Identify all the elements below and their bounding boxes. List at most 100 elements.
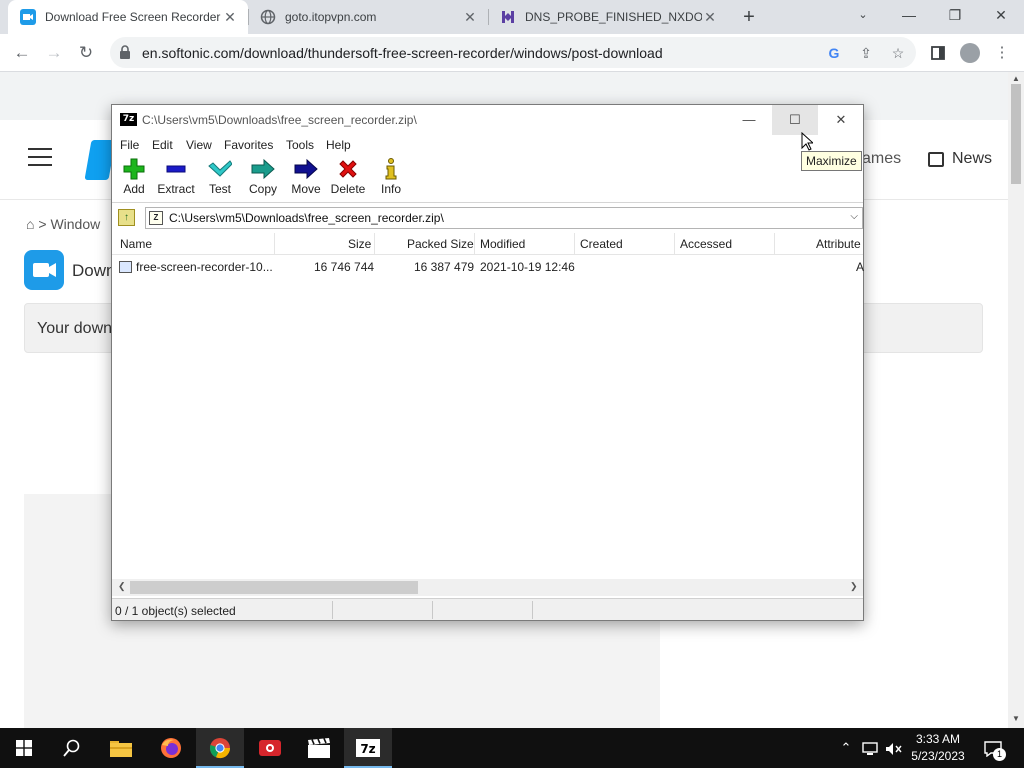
reload-icon[interactable]: ↻ bbox=[72, 39, 100, 67]
side-panel-icon[interactable] bbox=[924, 39, 952, 67]
tab-search-chevron-icon[interactable]: ⌄ bbox=[840, 0, 886, 30]
window-minimize-icon[interactable]: — bbox=[726, 105, 772, 135]
table-row[interactable]: free-screen-recorder-10... 16 746 744 16… bbox=[112, 257, 864, 277]
cell-packed-size: 16 387 479 bbox=[414, 260, 475, 274]
download-banner-text: Your down bbox=[37, 320, 113, 337]
col-packed-size[interactable]: Packed Size bbox=[407, 237, 474, 251]
close-icon[interactable]: ✕ bbox=[978, 0, 1024, 30]
breadcrumb-windows[interactable]: Window bbox=[50, 216, 100, 232]
forward-arrow-icon[interactable]: → bbox=[40, 39, 68, 67]
status-divider bbox=[332, 601, 333, 619]
restore-icon[interactable]: ❐ bbox=[932, 0, 978, 30]
path-combobox[interactable]: Z C:\Users\vm5\Downloads\free_screen_rec… bbox=[145, 207, 863, 229]
column-divider[interactable] bbox=[774, 233, 775, 255]
notification-badge: 1 bbox=[993, 748, 1006, 761]
screen-recorder-icon[interactable] bbox=[246, 728, 294, 768]
col-modified[interactable]: Modified bbox=[480, 237, 525, 251]
scroll-left-arrow-icon[interactable]: ❮ bbox=[118, 581, 126, 592]
address-row: ↑ Z C:\Users\vm5\Downloads\free_screen_r… bbox=[112, 206, 863, 230]
menu-view[interactable]: View bbox=[186, 138, 212, 152]
column-divider[interactable] bbox=[274, 233, 275, 255]
firefox-icon[interactable] bbox=[147, 728, 195, 768]
tab-softonic[interactable]: Download Free Screen Recorder ✕ bbox=[8, 0, 248, 34]
back-arrow-icon[interactable]: ← bbox=[8, 39, 36, 67]
col-attributes[interactable]: Attribute bbox=[816, 237, 861, 251]
col-size[interactable]: Size bbox=[348, 237, 371, 251]
menu-tools[interactable]: Tools bbox=[286, 138, 314, 152]
menu-favorites[interactable]: Favorites bbox=[224, 138, 273, 152]
delete-x-icon bbox=[326, 157, 370, 181]
info-button[interactable]: Info bbox=[369, 157, 413, 201]
tray-chevron-up-icon[interactable]: ⌃ bbox=[836, 728, 856, 768]
scroll-up-arrow-icon[interactable]: ▲ bbox=[1012, 74, 1020, 83]
system-clock[interactable]: 3:33 AM 5/23/2023 bbox=[905, 731, 971, 765]
cell-size: 16 746 744 bbox=[314, 260, 375, 274]
breadcrumb: ⌂ > Window bbox=[26, 216, 101, 232]
google-lens-icon[interactable]: G bbox=[824, 43, 844, 63]
tab-title: DNS_PROBE_FINISHED_NXDOMAIN bbox=[525, 10, 702, 24]
scroll-down-arrow-icon[interactable]: ▼ bbox=[1012, 714, 1020, 723]
extract-button[interactable]: Extract bbox=[154, 157, 198, 201]
nav-games[interactable]: ames bbox=[862, 150, 901, 168]
move-button[interactable]: Move bbox=[284, 157, 328, 201]
nav-news[interactable]: News bbox=[928, 150, 992, 168]
tab-itopvpn[interactable]: goto.itopvpn.com ✕ bbox=[248, 0, 488, 34]
add-button[interactable]: Add bbox=[112, 157, 156, 201]
tab-close-icon[interactable]: ✕ bbox=[462, 9, 478, 25]
sevenzip-taskbar-icon[interactable]: 7z bbox=[344, 728, 392, 768]
page-scrollbar[interactable]: ▲ ▼ bbox=[1008, 72, 1024, 728]
sevenzip-titlebar[interactable]: 7z C:\Users\vm5\Downloads\free_screen_re… bbox=[112, 105, 863, 135]
tab-close-icon[interactable]: ✕ bbox=[222, 9, 238, 25]
tab-dns-error[interactable]: DNS_PROBE_FINISHED_NXDOMAIN ✕ bbox=[488, 0, 728, 34]
taskbar: 7z ⌃ 3:33 AM 5/23/2023 1 bbox=[0, 728, 1024, 768]
share-icon[interactable]: ⇪ bbox=[856, 43, 876, 63]
itop-favicon-icon bbox=[500, 9, 516, 25]
column-divider[interactable] bbox=[374, 233, 375, 255]
status-divider bbox=[432, 601, 433, 619]
sevenzip-window: 7z C:\Users\vm5\Downloads\free_screen_re… bbox=[111, 104, 864, 621]
horizontal-scrollbar[interactable]: ❮ ❯ bbox=[112, 579, 863, 596]
plus-icon bbox=[112, 157, 156, 181]
scrollbar-thumb[interactable] bbox=[130, 581, 418, 594]
home-icon[interactable]: ⌂ bbox=[26, 216, 34, 232]
globe-icon bbox=[260, 9, 276, 25]
kebab-menu-icon[interactable]: ⋮ bbox=[988, 39, 1016, 67]
folder-up-icon[interactable]: ↑ bbox=[118, 209, 135, 226]
chrome-icon[interactable] bbox=[196, 728, 244, 768]
col-accessed[interactable]: Accessed bbox=[680, 237, 732, 251]
minimize-icon[interactable]: — bbox=[886, 0, 932, 30]
delete-button[interactable]: Delete bbox=[326, 157, 370, 201]
window-maximize-icon[interactable]: ☐ bbox=[772, 105, 818, 135]
column-divider[interactable] bbox=[574, 233, 575, 255]
minus-icon bbox=[154, 157, 198, 181]
video-editor-icon[interactable] bbox=[295, 728, 343, 768]
copy-button[interactable]: Copy bbox=[241, 157, 285, 201]
test-button[interactable]: Test bbox=[198, 157, 242, 201]
column-divider[interactable] bbox=[674, 233, 675, 255]
file-icon bbox=[119, 261, 132, 273]
scroll-right-arrow-icon[interactable]: ❯ bbox=[850, 581, 858, 592]
windows-start-icon[interactable] bbox=[0, 728, 48, 768]
new-tab-plus-icon[interactable]: + bbox=[737, 5, 761, 29]
sevenzip-toolbar: Add Extract Test Copy Move Delete Info bbox=[112, 155, 863, 203]
tab-close-icon[interactable]: ✕ bbox=[702, 9, 718, 25]
menu-help[interactable]: Help bbox=[326, 138, 351, 152]
address-bar[interactable]: en.softonic.com/download/thundersoft-fre… bbox=[110, 37, 916, 68]
scrollbar-thumb[interactable] bbox=[1011, 84, 1021, 184]
menu-file[interactable]: File bbox=[120, 138, 139, 152]
status-bar: 0 / 1 object(s) selected bbox=[112, 598, 863, 620]
profile-avatar[interactable] bbox=[960, 43, 980, 63]
window-close-icon[interactable]: ✕ bbox=[818, 105, 864, 135]
volume-muted-icon[interactable] bbox=[882, 728, 906, 768]
network-icon[interactable] bbox=[858, 728, 882, 768]
search-icon[interactable] bbox=[48, 728, 96, 768]
chevron-down-icon[interactable]: ⌵ bbox=[850, 211, 858, 222]
notification-center-icon[interactable]: 1 bbox=[980, 728, 1006, 768]
bookmark-star-icon[interactable]: ☆ bbox=[888, 43, 908, 63]
menu-edit[interactable]: Edit bbox=[152, 138, 173, 152]
col-created[interactable]: Created bbox=[580, 237, 623, 251]
col-name[interactable]: Name bbox=[120, 237, 152, 251]
file-explorer-icon[interactable] bbox=[97, 728, 145, 768]
column-divider[interactable] bbox=[474, 233, 475, 255]
hamburger-menu-icon[interactable] bbox=[28, 148, 52, 166]
